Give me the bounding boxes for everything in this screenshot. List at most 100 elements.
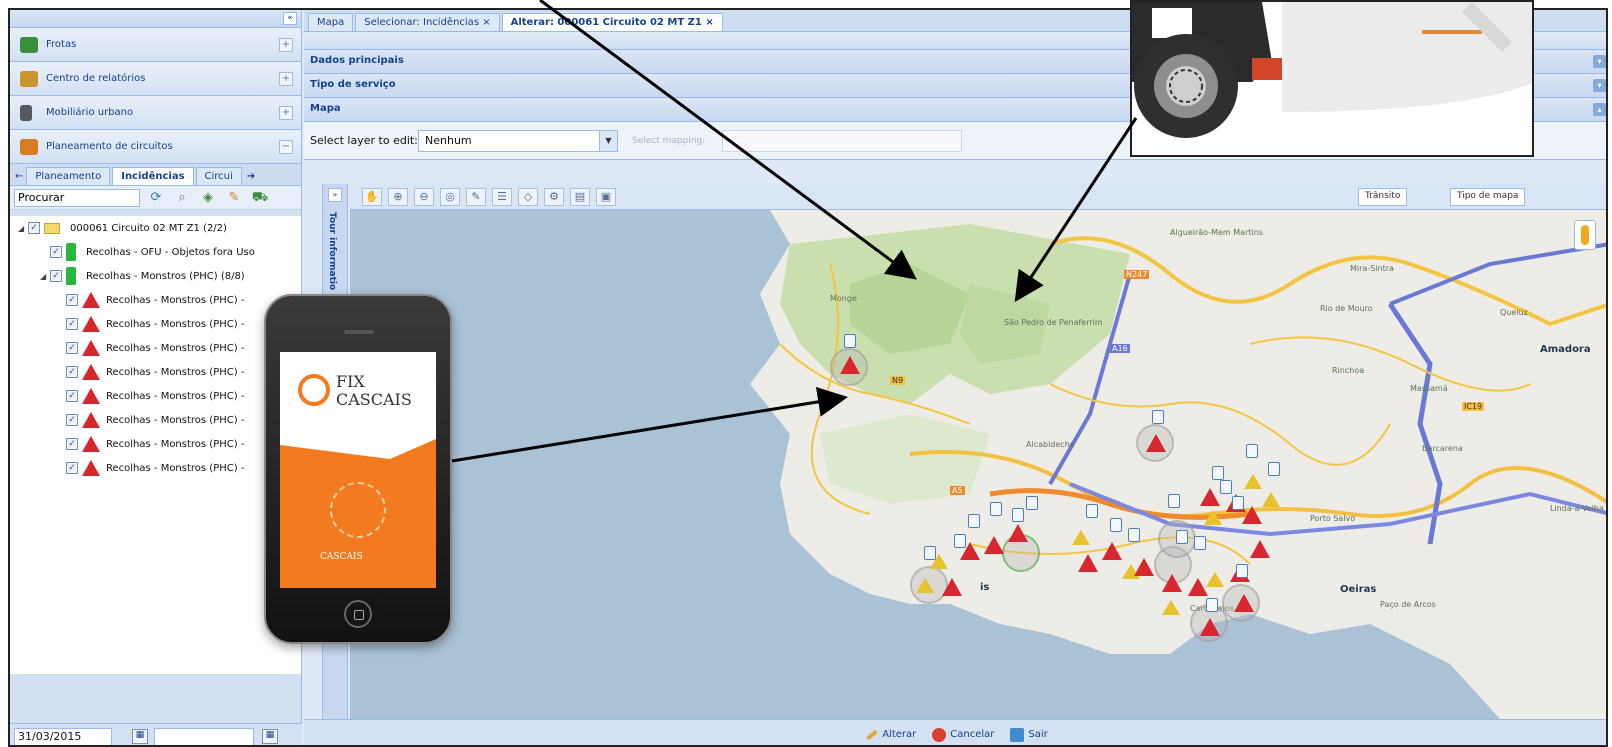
incident-pin[interactable] xyxy=(1012,508,1024,522)
checkbox-icon[interactable]: ✓ xyxy=(66,462,78,474)
incident-marker[interactable] xyxy=(1200,488,1220,506)
accordion-planeamento[interactable]: Planeamento de circuitos − xyxy=(10,130,301,164)
pan-tool-icon[interactable]: ✋ xyxy=(362,187,382,206)
tab-planeamento[interactable]: Planeamento xyxy=(26,167,111,185)
tab-scroll-left-icon[interactable]: ← xyxy=(12,168,26,185)
cancel-button[interactable]: Cancelar xyxy=(932,727,994,742)
incident-pin[interactable] xyxy=(1110,518,1122,532)
tree-leaf[interactable]: ✓ Recolhas - Monstros (PHC) - xyxy=(10,432,301,456)
checkbox-icon[interactable]: ✓ xyxy=(50,270,62,282)
tab-selecionar[interactable]: Selecionar: Incidências × xyxy=(355,13,500,31)
accordion-mobiliario[interactable]: Mobiliário urbano + xyxy=(10,96,301,130)
incident-marker[interactable] xyxy=(1008,524,1028,542)
expand-icon[interactable]: ◢ xyxy=(18,224,28,233)
date-field[interactable]: 31/03/2015 xyxy=(14,727,112,745)
street-view-icon[interactable] xyxy=(1574,220,1596,250)
incident-pin[interactable] xyxy=(1212,466,1224,480)
chevron-down-icon[interactable]: ▼ xyxy=(599,130,617,151)
refresh-icon[interactable]: ⟳ xyxy=(146,189,166,207)
close-icon[interactable]: × xyxy=(482,17,490,28)
incident-pin[interactable] xyxy=(1152,410,1164,424)
calendar-icon[interactable]: ▦ xyxy=(262,729,278,744)
incident-marker[interactable] xyxy=(1134,558,1154,576)
tree-leaf[interactable]: ✓ Recolhas - Monstros (PHC) - xyxy=(10,336,301,360)
incident-pin[interactable] xyxy=(1194,536,1206,550)
warning-marker[interactable] xyxy=(916,578,934,593)
add-icon[interactable]: ◈ xyxy=(198,189,218,207)
incident-pin[interactable] xyxy=(1246,444,1258,458)
tab-mapa[interactable]: Mapa xyxy=(308,13,354,31)
checkbox-icon[interactable]: ✓ xyxy=(66,318,78,330)
incident-pin[interactable] xyxy=(1206,598,1218,612)
tree-node[interactable]: ◢ ✓ Recolhas - Monstros (PHC) (8/8) xyxy=(10,264,301,288)
incident-marker[interactable] xyxy=(942,578,962,596)
incident-marker[interactable] xyxy=(1162,574,1182,592)
incident-pin[interactable] xyxy=(1026,496,1038,510)
checkbox-icon[interactable]: ✓ xyxy=(66,390,78,402)
tab-incidencias[interactable]: Incidências xyxy=(112,167,194,185)
expand-info-icon[interactable]: » xyxy=(328,188,342,202)
checkbox-icon[interactable]: ✓ xyxy=(66,414,78,426)
tab-alterar[interactable]: Alterar: 000061 Circuito 02 MT Z1 × xyxy=(501,13,723,31)
checkbox-icon[interactable]: ✓ xyxy=(66,438,78,450)
checkbox-icon[interactable]: ✓ xyxy=(66,342,78,354)
expand-icon[interactable]: ▾ xyxy=(1593,79,1606,92)
list-tool-icon[interactable]: ☰ xyxy=(492,187,512,206)
truck-action-icon[interactable]: ⛟ xyxy=(250,189,270,207)
incident-pin[interactable] xyxy=(1176,530,1188,544)
incident-pin[interactable] xyxy=(968,514,980,528)
warning-marker[interactable] xyxy=(1244,474,1262,489)
warning-marker[interactable] xyxy=(1204,510,1222,525)
incident-marker[interactable] xyxy=(1188,578,1208,596)
accordion-relatorios[interactable]: Centro de relatórios + xyxy=(10,62,301,96)
tree-leaf[interactable]: ✓ Recolhas - Monstros (PHC) - xyxy=(10,288,301,312)
incident-marker[interactable] xyxy=(984,536,1004,554)
edit-button[interactable]: Alterar xyxy=(866,729,916,740)
settings-tool-icon[interactable]: ⚙ xyxy=(544,187,564,206)
incident-pin[interactable] xyxy=(1268,462,1280,476)
incident-pin[interactable] xyxy=(1128,528,1140,542)
map-canvas[interactable]: ✋ ⊕ ⊖ ◎ ✎ ☰ ◇ ⚙ ▤ ▣ Trânsito Tipo de map… xyxy=(350,184,1606,719)
checkbox-icon[interactable]: ✓ xyxy=(50,246,62,258)
zoom-icon[interactable]: ⌕ xyxy=(172,189,192,207)
incident-marker[interactable] xyxy=(1250,540,1270,558)
calendar-icon[interactable]: ▦ xyxy=(132,729,148,744)
accordion-frotas[interactable]: Frotas + xyxy=(10,28,301,62)
tab-scroll-right-icon[interactable]: ➔ xyxy=(244,168,258,185)
checkbox-icon[interactable]: ✓ xyxy=(66,294,78,306)
map-type-select[interactable]: Tipo de mapa xyxy=(1450,188,1526,206)
collapse-icon[interactable]: − xyxy=(279,140,293,154)
warning-marker[interactable] xyxy=(1206,572,1224,587)
warning-marker[interactable] xyxy=(1162,600,1180,615)
tree-node[interactable]: ✓ Recolhas - OFU - Objetos fora Uso xyxy=(10,240,301,264)
tree-leaf[interactable]: ✓ Recolhas - Monstros (PHC) - xyxy=(10,312,301,336)
collapse-left-icon[interactable]: « xyxy=(283,12,297,25)
incident-marker[interactable] xyxy=(1200,618,1220,636)
tree-leaf[interactable]: ✓ Recolhas - Monstros (PHC) - xyxy=(10,456,301,480)
incident-pin[interactable] xyxy=(990,502,1002,516)
tree-leaf[interactable]: ✓ Recolhas - Monstros (PHC) - xyxy=(10,384,301,408)
checkbox-icon[interactable]: ✓ xyxy=(66,366,78,378)
traffic-toggle[interactable]: Trânsito xyxy=(1358,188,1408,206)
expand-icon[interactable]: ◢ xyxy=(40,272,50,281)
incident-pin[interactable] xyxy=(924,546,936,560)
expand-icon[interactable]: + xyxy=(279,38,293,52)
close-icon[interactable]: × xyxy=(705,17,713,28)
search-input[interactable] xyxy=(14,188,140,207)
incident-marker[interactable] xyxy=(840,356,860,374)
tab-circuitos[interactable]: Circui xyxy=(195,167,242,185)
expand-icon[interactable]: + xyxy=(279,106,293,120)
incident-pin[interactable] xyxy=(844,334,856,348)
warning-marker[interactable] xyxy=(1262,492,1280,507)
incident-pin[interactable] xyxy=(1086,504,1098,518)
print-tool-icon[interactable]: ▣ xyxy=(596,187,616,206)
incident-pin[interactable] xyxy=(1232,496,1244,510)
zoom-in-tool-icon[interactable]: ⊕ xyxy=(388,187,408,206)
tree-leaf[interactable]: ✓ Recolhas - Monstros (PHC) - xyxy=(10,360,301,384)
incident-marker[interactable] xyxy=(1102,542,1122,560)
edit-icon[interactable]: ✎ xyxy=(224,189,244,207)
expand-icon[interactable]: + xyxy=(279,72,293,86)
export-tool-icon[interactable]: ▤ xyxy=(570,187,590,206)
incident-marker[interactable] xyxy=(1146,434,1166,452)
warning-marker[interactable] xyxy=(1072,530,1090,545)
